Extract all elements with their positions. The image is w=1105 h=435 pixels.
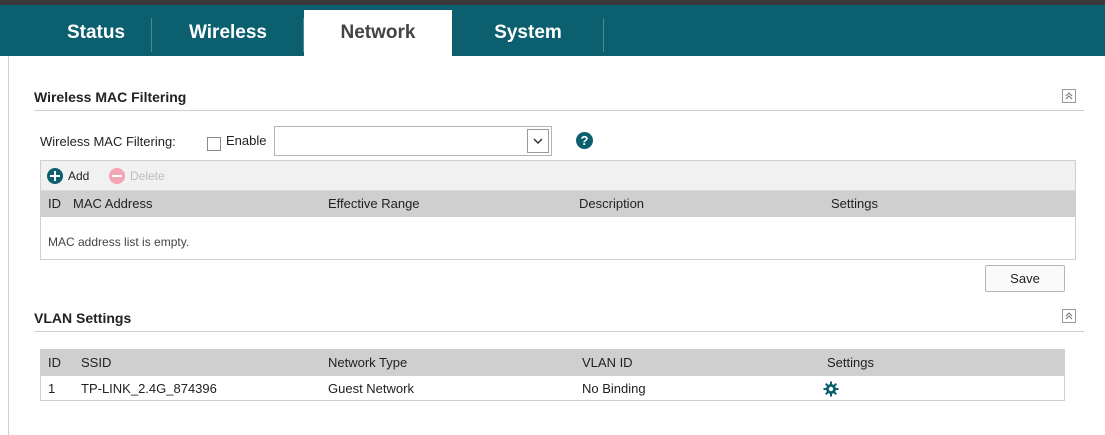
vlan-row-id: 1 bbox=[48, 381, 56, 396]
select-dropdown-button[interactable] bbox=[527, 129, 549, 153]
column-header: Description bbox=[579, 196, 645, 211]
vlan-row-vlan-id: No Binding bbox=[582, 381, 646, 396]
column-header: SSID bbox=[81, 355, 112, 370]
collapse-mac-filtering-button[interactable] bbox=[1062, 89, 1076, 103]
enable-label[interactable]: Enable bbox=[226, 133, 266, 148]
vlan-section-title: VLAN Settings bbox=[34, 310, 132, 326]
tab-wireless[interactable]: Wireless bbox=[152, 10, 304, 56]
help-icon[interactable]: ? bbox=[576, 132, 593, 149]
delete-label: Delete bbox=[130, 169, 165, 183]
add-label: Add bbox=[68, 169, 90, 183]
double-chevron-up-icon bbox=[1065, 92, 1073, 100]
plus-circle-icon bbox=[47, 168, 63, 184]
top-nav: Status Wireless Network System bbox=[0, 0, 1105, 61]
minus-circle-icon bbox=[109, 168, 125, 184]
column-header: ID bbox=[48, 355, 61, 370]
chevron-down-icon bbox=[533, 138, 543, 145]
mac-table-header: ID MAC Address Effective Range Descripti… bbox=[41, 191, 1075, 217]
column-header: Settings bbox=[827, 355, 874, 370]
mac-address-table: Add Delete ID MAC Address Effective Rang… bbox=[40, 160, 1076, 260]
section-divider bbox=[34, 331, 1084, 332]
tab-network[interactable]: Network bbox=[304, 10, 452, 61]
vlan-row-network-type: Guest Network bbox=[328, 381, 414, 396]
mac-filtering-section-title: Wireless MAC Filtering bbox=[34, 89, 187, 105]
save-button[interactable]: Save bbox=[985, 265, 1065, 292]
column-header: Network Type bbox=[328, 355, 408, 370]
double-chevron-up-icon bbox=[1065, 312, 1073, 320]
tab-system[interactable]: System bbox=[452, 10, 604, 56]
mac-filtering-field-label: Wireless MAC Filtering: bbox=[40, 134, 176, 149]
delete-button[interactable]: Delete bbox=[109, 168, 165, 184]
column-header: Effective Range bbox=[328, 196, 420, 211]
table-toolbar: Add Delete bbox=[41, 161, 1075, 191]
section-divider bbox=[34, 110, 1084, 111]
vlan-table: ID SSID Network Type VLAN ID Settings 1 … bbox=[40, 349, 1065, 401]
mac-filter-mode-select[interactable] bbox=[274, 126, 552, 156]
column-header: MAC Address bbox=[73, 196, 153, 211]
enable-checkbox[interactable] bbox=[207, 137, 221, 151]
collapse-vlan-button[interactable] bbox=[1062, 309, 1076, 323]
empty-list-message: MAC address list is empty. bbox=[48, 235, 190, 249]
vlan-table-header: ID SSID Network Type VLAN ID Settings bbox=[41, 350, 1064, 376]
column-header: ID bbox=[48, 196, 61, 211]
tab-status[interactable]: Status bbox=[40, 10, 152, 56]
vlan-row-ssid: TP-LINK_2.4G_874396 bbox=[81, 381, 217, 396]
column-header: VLAN ID bbox=[582, 355, 633, 370]
content-left-border bbox=[8, 56, 9, 435]
gear-icon[interactable] bbox=[823, 381, 839, 397]
column-header: Settings bbox=[831, 196, 878, 211]
add-button[interactable]: Add bbox=[47, 168, 89, 184]
